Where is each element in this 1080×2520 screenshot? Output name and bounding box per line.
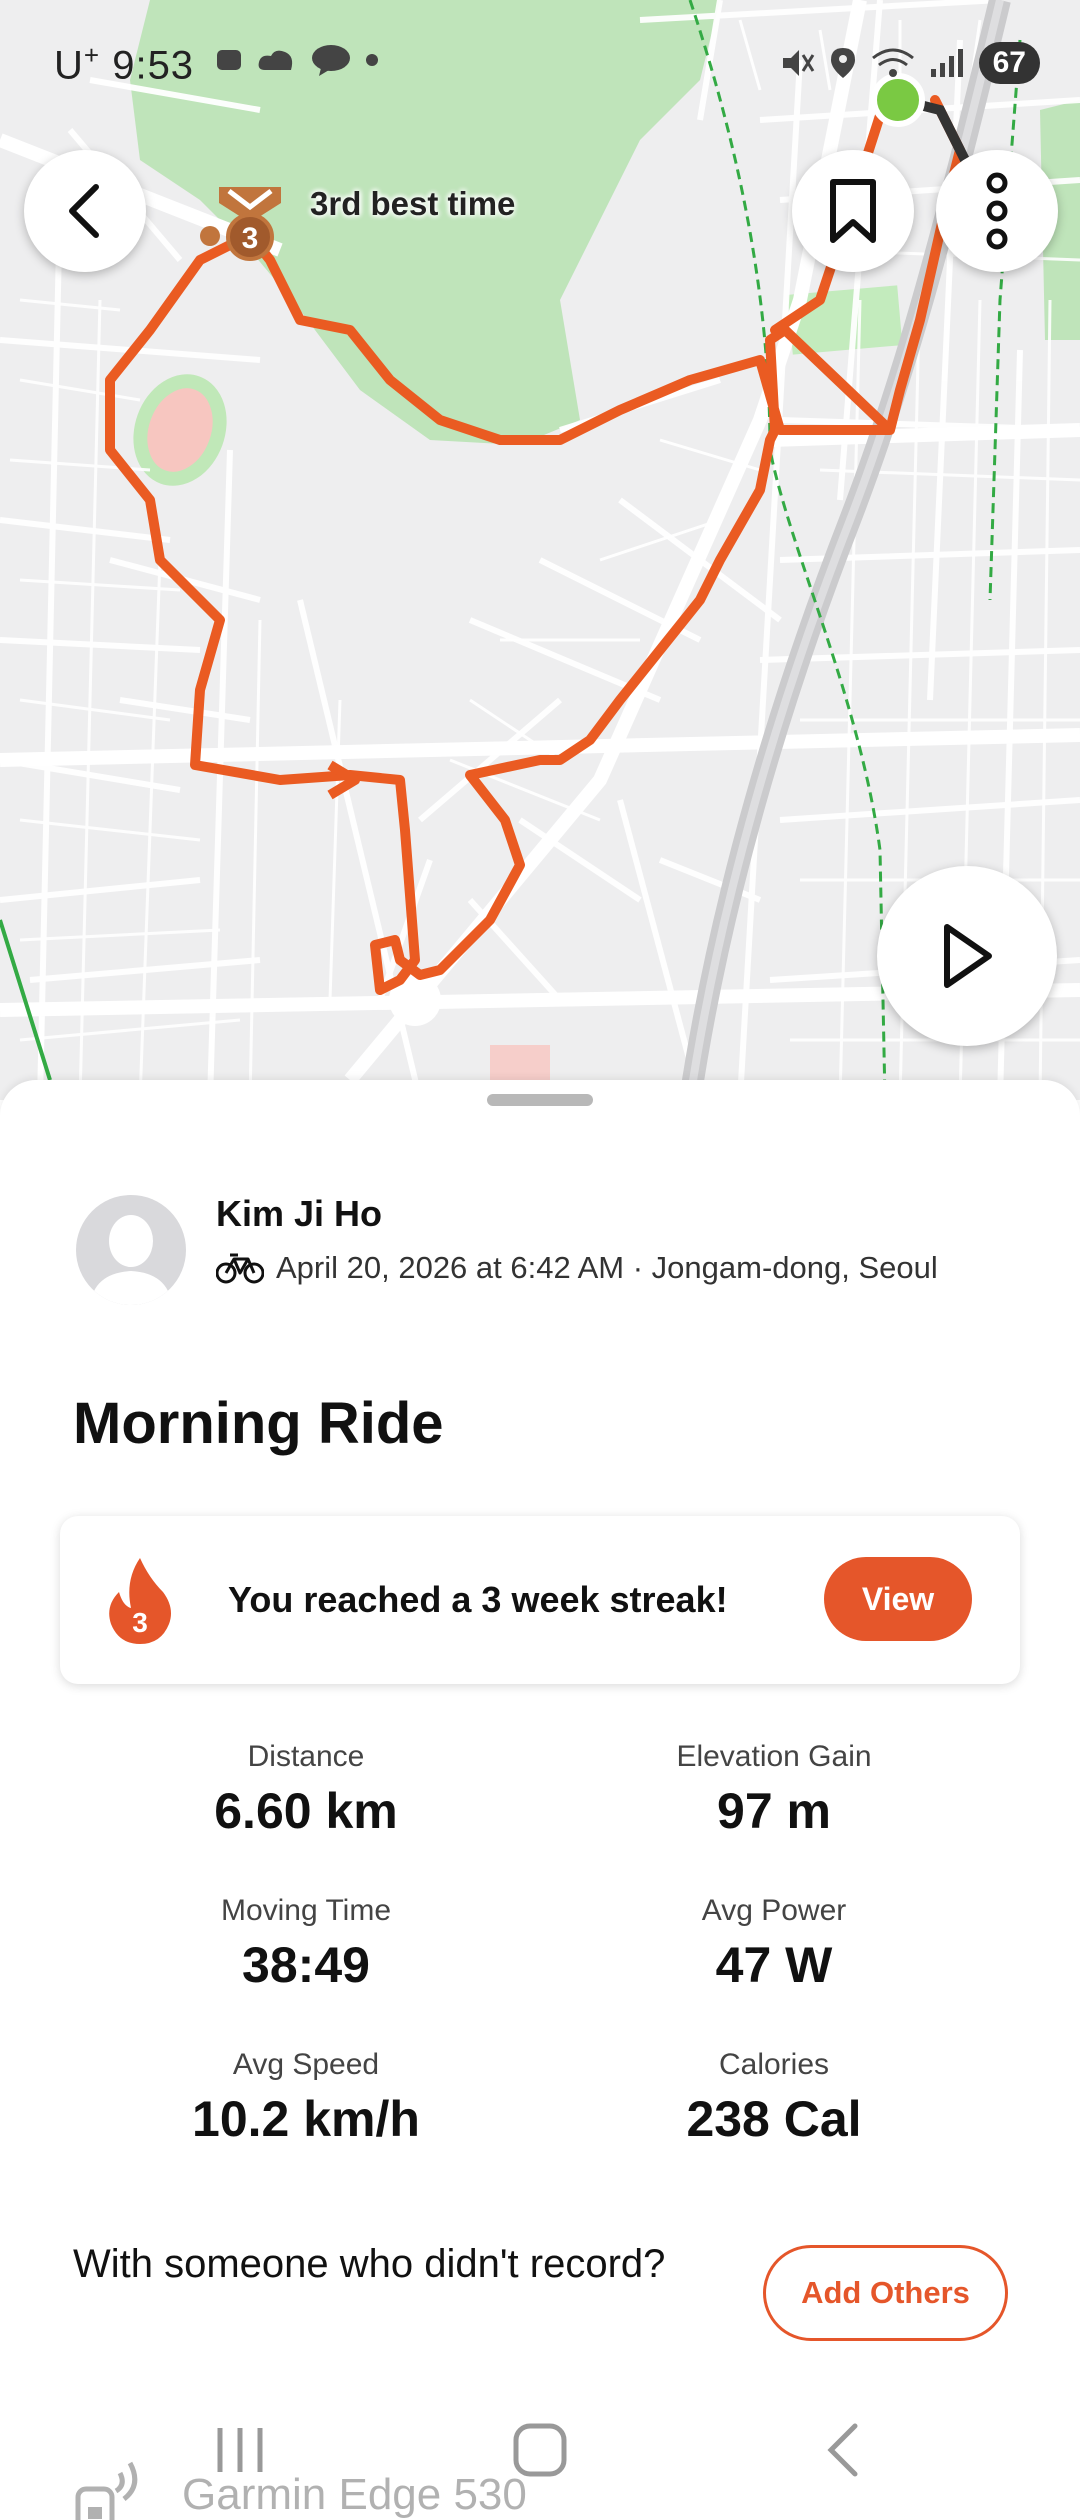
dot-icon: [366, 54, 378, 66]
stat-value: 47 W: [715, 1937, 833, 1993]
app-notification-icon: [217, 50, 241, 70]
streak-count: 3: [132, 1607, 148, 1638]
carrier-time: U+ 9:53: [54, 40, 195, 88]
mute-icon: [782, 50, 814, 76]
bronze-medal-icon: 3: [219, 187, 281, 261]
stat-label: Calories: [718, 2048, 830, 2081]
stat-value: 10.2 km/h: [192, 2091, 420, 2147]
stat-avg-power: Avg Power 47 W: [544, 1894, 1004, 1994]
drag-handle[interactable]: [487, 1094, 593, 1106]
stat-label: Distance: [247, 1740, 365, 1773]
medal-rank: 3: [242, 222, 259, 255]
stat-value: 6.60 km: [214, 1783, 398, 1839]
back-arrow-icon: [827, 2423, 858, 2477]
segment-achievement-label: 3rd best time: [310, 185, 516, 222]
battery-indicator: 67: [978, 42, 1040, 84]
user-silhouette-icon: [90, 1215, 172, 1305]
play-icon: [944, 924, 992, 988]
streak-card[interactable]: 3 You reached a 3 week streak! View: [60, 1516, 1020, 1684]
chevron-left-icon: [69, 184, 99, 238]
route-map[interactable]: U+ 9:53 67 3 3rd best time: [0, 0, 1080, 1100]
system-back-button[interactable]: [815, 2420, 875, 2485]
activity-sheet: Kim Ji Ho April 20, 2026 at 6:42 AM · Jo…: [0, 1080, 1080, 2520]
back-button[interactable]: [24, 150, 146, 272]
stat-avg-speed: Avg Speed 10.2 km/h: [76, 2048, 536, 2148]
recent-apps-button[interactable]: [210, 2420, 270, 2485]
add-others-button[interactable]: Add Others: [763, 2245, 1008, 2341]
wifi-icon: [871, 48, 914, 77]
view-streak-button[interactable]: View: [824, 1557, 972, 1641]
more-options-button[interactable]: [936, 150, 1058, 272]
status-bar: U+ 9:53 67: [0, 30, 1080, 90]
stat-label: Elevation Gain: [676, 1740, 872, 1773]
avatar[interactable]: [76, 1195, 186, 1305]
activity-meta: April 20, 2026 at 6:42 AM · Jongam-dong,…: [216, 1250, 938, 1286]
sports-field: [133, 374, 227, 486]
system-icons: 67: [779, 42, 1040, 84]
stat-value: 97 m: [717, 1783, 831, 1839]
bike-icon: [216, 1253, 264, 1284]
stat-distance: Distance 6.60 km: [76, 1740, 536, 1840]
activity-title: Morning Ride: [73, 1391, 444, 1456]
stat-label: Moving Time: [220, 1894, 392, 1927]
stat-value: 38:49: [242, 1937, 370, 1993]
stat-calories: Calories 238 Cal: [544, 2048, 1004, 2148]
activity-date-location: April 20, 2026 at 6:42 AM · Jongam-dong,…: [276, 1250, 938, 1285]
bookmark-button[interactable]: [792, 150, 914, 272]
signal-icon: [930, 49, 963, 77]
location-icon: [830, 48, 855, 78]
clock: 9:53: [112, 43, 195, 88]
recent-apps-icon: [217, 2428, 263, 2472]
cloud-icon: [258, 50, 293, 70]
home-button[interactable]: [510, 2420, 570, 2485]
athlete-name[interactable]: Kim Ji Ho: [216, 1193, 382, 1235]
medal-marker[interactable]: 3: [215, 185, 285, 270]
stat-moving-time: Moving Time 38:49: [76, 1894, 536, 1994]
streak-flame-icon: 3: [109, 1558, 171, 1644]
stat-value: 238 Cal: [686, 2091, 862, 2147]
bookmark-icon: [830, 179, 876, 243]
stat-label: Avg Power: [701, 1894, 847, 1927]
add-others-prompt: With someone who didn't record?: [73, 2242, 666, 2286]
flyover-play-button[interactable]: [877, 866, 1057, 1046]
system-navigation-bar: [0, 2400, 1080, 2520]
streak-message: You reached a 3 week streak!: [228, 1579, 728, 1620]
more-vertical-icon: [986, 172, 1008, 250]
stat-label: Avg Speed: [232, 2048, 380, 2081]
talk-icon: [312, 45, 350, 76]
notification-icons: [215, 44, 379, 76]
home-icon: [513, 2423, 567, 2477]
stat-elevation-gain: Elevation Gain 97 m: [544, 1740, 1004, 1840]
